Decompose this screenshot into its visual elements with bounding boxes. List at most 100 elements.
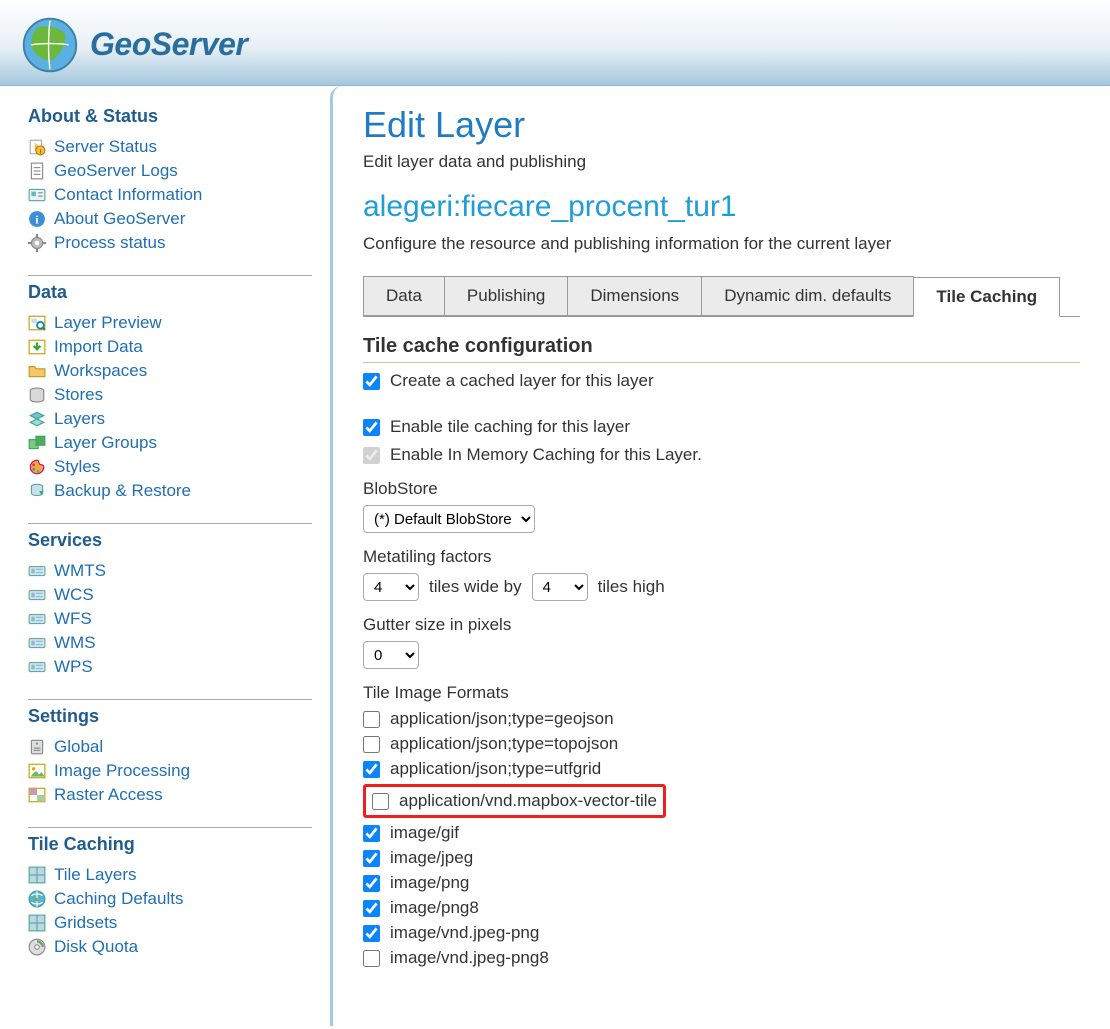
nav-item[interactable]: Workspaces [28, 359, 312, 383]
nav-link[interactable]: WMS [54, 633, 96, 653]
nav-link[interactable]: Server Status [54, 137, 157, 157]
nav-item[interactable]: Stores [28, 383, 312, 407]
nav-item[interactable]: Image Processing [28, 759, 312, 783]
nav-item[interactable]: Layer Groups [28, 431, 312, 455]
nav-section-title: Tile Caching [28, 834, 312, 855]
nav-item[interactable]: WPS [28, 655, 312, 679]
service-icon [28, 562, 46, 580]
section-title: Tile cache configuration [363, 335, 1080, 363]
enable-tile-checkbox[interactable] [363, 419, 380, 436]
nav-item[interactable]: Tile Layers [28, 863, 312, 887]
format-checkbox[interactable] [363, 950, 380, 967]
format-checkbox[interactable] [363, 825, 380, 842]
nav-item[interactable]: Import Data [28, 335, 312, 359]
globe-icon [28, 890, 46, 908]
nav-item[interactable]: ! Server Status [28, 135, 312, 159]
create-cached-checkbox[interactable] [363, 373, 380, 390]
nav-link[interactable]: GeoServer Logs [54, 161, 178, 181]
blobstore-select[interactable]: (*) Default BlobStore [363, 505, 535, 533]
gutter-select[interactable]: 0 [363, 641, 419, 669]
nav-link[interactable]: Workspaces [54, 361, 147, 381]
nav-link[interactable]: About GeoServer [54, 209, 185, 229]
metatiling-high-select[interactable]: 4 [532, 573, 588, 601]
nav-link[interactable]: WMTS [54, 561, 106, 581]
app-header: GeoServer [0, 0, 1110, 86]
format-label: image/png [390, 873, 469, 893]
nav-link[interactable]: Caching Defaults [54, 889, 183, 909]
nav-item[interactable]: WMS [28, 631, 312, 655]
nav-item[interactable]: i About GeoServer [28, 207, 312, 231]
nav-link[interactable]: Layers [54, 409, 105, 429]
nav-item[interactable]: Process status [28, 231, 312, 255]
metatiling-wide-select[interactable]: 4 [363, 573, 419, 601]
nav-link[interactable]: Import Data [54, 337, 143, 357]
format-label: application/vnd.mapbox-vector-tile [399, 791, 657, 811]
nav-item[interactable]: Gridsets [28, 911, 312, 935]
brand-name: GeoServer [90, 26, 247, 63]
nav-link[interactable]: Global [54, 737, 103, 757]
brand-logo[interactable]: GeoServer [20, 15, 247, 75]
format-label: image/vnd.jpeg-png8 [390, 948, 549, 968]
nav-item[interactable]: GeoServer Logs [28, 159, 312, 183]
format-checkbox[interactable] [363, 925, 380, 942]
svg-text:i: i [35, 215, 38, 227]
metatiling-wide-suffix: tiles wide by [429, 577, 522, 597]
nav-link[interactable]: Layer Groups [54, 433, 157, 453]
nav-link[interactable]: Raster Access [54, 785, 163, 805]
nav-link[interactable]: Layer Preview [54, 313, 162, 333]
nav-link[interactable]: Gridsets [54, 913, 117, 933]
page-title: Edit Layer [363, 104, 1080, 146]
server-icon [28, 738, 46, 756]
nav-link[interactable]: Image Processing [54, 761, 190, 781]
format-checkbox[interactable] [363, 736, 380, 753]
nav-item[interactable]: Contact Information [28, 183, 312, 207]
folder-icon [28, 362, 46, 380]
nav-link[interactable]: Contact Information [54, 185, 202, 205]
tab-dimensions[interactable]: Dimensions [567, 276, 702, 316]
nav-item[interactable]: Layers [28, 407, 312, 431]
format-checkbox[interactable] [363, 761, 380, 778]
create-cached-label: Create a cached layer for this layer [390, 371, 654, 391]
format-checkbox[interactable] [363, 850, 380, 867]
nav-item[interactable]: Caching Defaults [28, 887, 312, 911]
format-checkbox[interactable] [363, 711, 380, 728]
nav-link[interactable]: WFS [54, 609, 92, 629]
service-icon [28, 634, 46, 652]
db-icon [28, 386, 46, 404]
formats-list: application/json;type=geojsonapplication… [363, 709, 1080, 968]
nav-item[interactable]: Global [28, 735, 312, 759]
image-icon [28, 762, 46, 780]
nav-link[interactable]: Backup & Restore [54, 481, 191, 501]
nav-link[interactable]: WCS [54, 585, 94, 605]
tab-tile-caching[interactable]: Tile Caching [913, 277, 1060, 317]
tab-data[interactable]: Data [363, 276, 445, 316]
nav-item[interactable]: Layer Preview [28, 311, 312, 335]
nav-link[interactable]: Process status [54, 233, 166, 253]
page-description: Edit layer data and publishing [363, 152, 1080, 172]
tab-dynamic-dim-defaults[interactable]: Dynamic dim. defaults [701, 276, 914, 316]
nav-link[interactable]: Stores [54, 385, 103, 405]
flag-icon: ! [28, 138, 46, 156]
format-checkbox[interactable] [363, 875, 380, 892]
nav-item[interactable]: Disk Quota [28, 935, 312, 959]
format-checkbox[interactable] [372, 793, 389, 810]
nav-link[interactable]: Styles [54, 457, 100, 477]
nav-item[interactable]: WFS [28, 607, 312, 631]
format-label: application/json;type=utfgrid [390, 759, 601, 779]
backup-icon [28, 482, 46, 500]
nav-link[interactable]: Disk Quota [54, 937, 138, 957]
nav-item[interactable]: Raster Access [28, 783, 312, 807]
format-checkbox[interactable] [363, 900, 380, 917]
globe-icon [20, 15, 80, 75]
nav-item[interactable]: WCS [28, 583, 312, 607]
nav-item[interactable]: WMTS [28, 559, 312, 583]
nav-item[interactable]: Styles [28, 455, 312, 479]
blobstore-label: BlobStore [363, 479, 1080, 499]
tab-publishing[interactable]: Publishing [444, 276, 568, 316]
enable-memory-checkbox [363, 447, 380, 464]
layers-icon [28, 410, 46, 428]
nav-link[interactable]: WPS [54, 657, 93, 677]
metatiling-label: Metatiling factors [363, 547, 1080, 567]
nav-item[interactable]: Backup & Restore [28, 479, 312, 503]
nav-link[interactable]: Tile Layers [54, 865, 137, 885]
